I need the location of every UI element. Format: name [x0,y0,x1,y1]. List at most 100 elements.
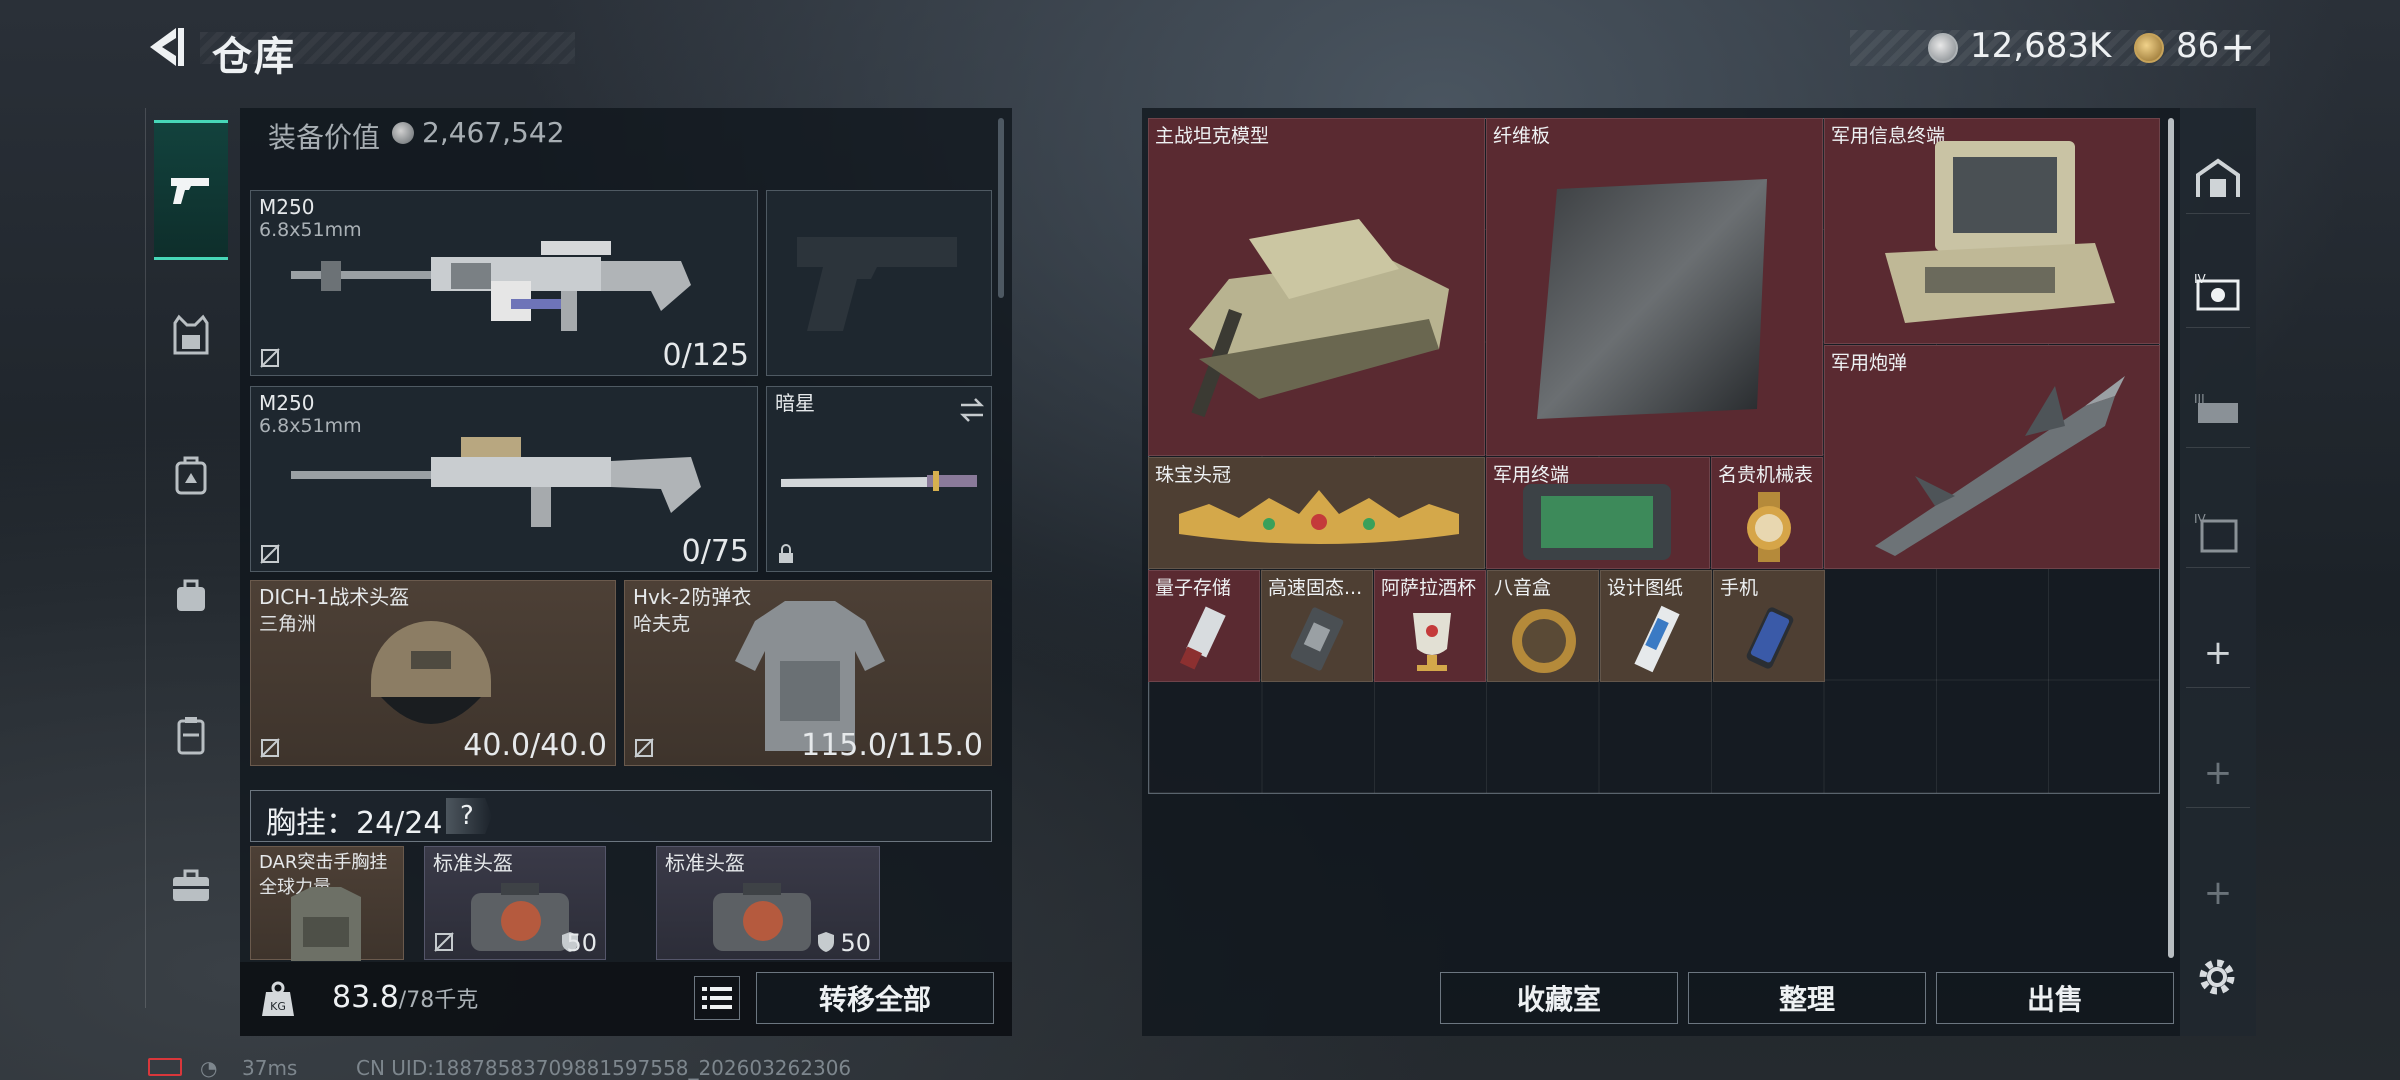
nav-weapon[interactable] [154,120,228,260]
stash-item-ssd[interactable]: 高速固态... [1261,570,1373,682]
settings-gear-icon[interactable] [2192,952,2242,1002]
sell-button[interactable]: 出售 [1936,972,2174,1024]
collection-room-button[interactable]: 收藏室 [1440,972,1678,1024]
armor-faction: 哈夫克 [633,613,691,635]
unequip-icon [260,348,280,368]
list-icon [702,987,732,1009]
silver-coin-icon [1928,33,1958,63]
carbon-board-icon [1537,179,1767,419]
carry-weight: 83.8/78千克 [332,980,478,1015]
chest-rig-icon [291,887,361,961]
chest-item-helmet-1[interactable]: 标准头盔 50 [424,846,606,960]
ammo-count: 0/75 [681,534,749,569]
nav-bag[interactable] [154,558,228,632]
unequip-icon [260,738,280,758]
helmet-faction: 三角洲 [259,613,317,635]
stash-item-fiberboard[interactable]: 纤维板 [1486,118,1823,456]
stash-item-quantum-storage[interactable]: 量子存储 [1148,570,1260,682]
toolbox-icon [173,869,209,901]
item-name: 标准头盔 [665,851,745,875]
list-view-button[interactable] [694,976,740,1020]
stash-tab-nav: IV III IV + + + [2180,108,2256,1036]
vault-icon [2196,158,2240,197]
stash-item-artillery-shell[interactable]: 军用炮弹 [1824,345,2160,569]
machine-gun-icon [291,437,701,527]
tank-icon [1189,219,1449,418]
stash-item-music-box[interactable]: 八音盒 [1487,570,1599,682]
stash-tab-collection[interactable] [2186,144,2250,214]
stash-scrollbar[interactable] [2168,118,2174,958]
stash-item-phone[interactable]: 手机 [1713,570,1825,682]
user-uid: CN UID:1887858370988159755​8_20260326230… [356,1056,852,1080]
swap-icon[interactable] [957,395,987,425]
unequip-icon [434,932,454,952]
add-currency-button[interactable]: + [2220,22,2255,71]
pistol-icon [171,178,209,204]
stash-item-military-terminal[interactable]: 军用终端 [1486,457,1710,569]
item-name: 纤维板 [1493,125,1551,147]
weapon-name: M250 [259,391,315,415]
arrange-button[interactable]: 整理 [1688,972,1926,1024]
weight-max: /78千克 [398,988,479,1013]
primary-weapon-slot-1[interactable]: M250 6.8x51mm 0/125 [250,190,758,376]
stash-item-asara-cup[interactable]: 阿萨拉酒杯 [1374,570,1486,682]
item-name: 主战坦克模型 [1155,125,1270,147]
item-count: 50 [840,929,871,957]
stash-tab-4[interactable]: IV [2186,258,2250,328]
stash-tab-4b[interactable]: IV [2186,498,2250,568]
back-button[interactable] [142,22,192,72]
nav-case[interactable] [154,698,228,772]
pistol-slot-empty[interactable] [766,190,992,376]
ammo-count: 0/125 [662,338,749,373]
nav-vest[interactable] [154,298,228,372]
case-icon [177,717,205,755]
item-name: 八音盒 [1494,577,1552,599]
stash-item-info-terminal[interactable]: 军用信息终端 [1824,118,2160,344]
stash-tab-3[interactable]: III [2186,378,2250,448]
wifi-icon: ◔ [200,1056,218,1080]
phone-icon [1746,607,1794,669]
melee-slot[interactable]: 暗星 [766,386,992,572]
item-name: 标准头盔 [433,851,513,875]
page-title: 仓库 [212,34,296,80]
chest-rig-item[interactable]: DAR突击手胸挂 全球力量 [250,846,404,961]
nav-toolbox[interactable] [154,848,228,922]
primary-weapon-slot-2[interactable]: M250 6.8x51mm 0/75 [250,386,758,572]
helmet-durability: 40.0/40.0 [463,728,607,763]
item-name: 量子存储 [1155,577,1232,599]
pistol-placeholder-icon [797,237,957,331]
nav-backpack[interactable] [154,438,228,512]
music-box-icon [1512,609,1576,673]
helmet-slot[interactable]: DICH-1战术头盔 三角洲 40.0/40.0 [250,580,616,766]
med-bag-icon [713,883,811,951]
item-name: 高速固态... [1268,577,1363,599]
add-tab-button[interactable]: + [2186,618,2250,688]
svg-text:IV: IV [2194,272,2207,286]
equipment-value-label: 装备价值 [268,121,381,154]
stash-item-luxury-watch[interactable]: 名贵机械表 [1711,457,1823,569]
storage-tier-iv-case-icon: IV [2194,512,2238,552]
knife-icon [781,471,977,491]
add-tab-button-disabled-2[interactable]: + [2186,858,2250,928]
stash-item-blueprint[interactable]: 设计图纸 [1600,570,1712,682]
chest-help-button[interactable]: ? [446,798,492,834]
weapon-name: M250 [259,195,315,219]
item-name: 珠宝头冠 [1155,464,1232,486]
stash-item-jewel-crown[interactable]: 珠宝头冠 [1148,457,1485,569]
usb-drive-icon [1179,606,1226,670]
unequip-icon [634,738,654,758]
stash-item-tank-model[interactable]: 主战坦克模型 [1148,118,1485,456]
item-count: 50 [566,929,597,957]
blueprint-icon [1634,605,1680,673]
add-tab-button-disabled[interactable]: + [2186,738,2250,808]
backpack-icon [175,456,207,495]
battery-icon [148,1058,182,1076]
bag-icon [177,579,205,611]
watch-icon [1747,492,1791,562]
med-bag-icon [471,883,569,951]
equipment-scrollbar[interactable] [998,118,1004,298]
chest-item-helmet-2[interactable]: 标准头盔 50 [656,846,880,960]
vest-icon [173,314,209,355]
armor-slot[interactable]: Hvk-2防弹衣 哈夫克 115.0/115.0 [624,580,992,766]
transfer-all-button[interactable]: 转移全部 [756,972,994,1024]
